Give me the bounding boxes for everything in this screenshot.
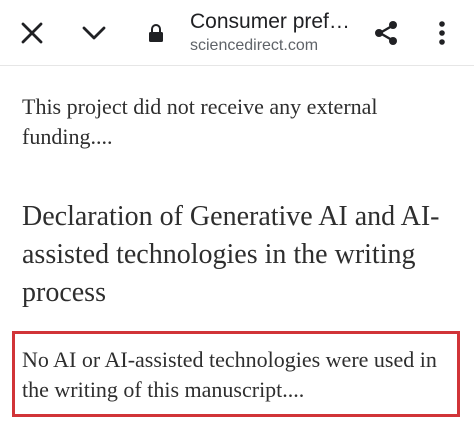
section-heading: Declaration of Generative AI and AI-assi… [22,201,440,308]
share-icon [375,21,397,45]
collapse-button[interactable] [70,0,118,66]
close-icon [21,22,43,44]
close-button[interactable] [8,0,56,66]
page-title: Consumer pref… [190,10,350,33]
more-vert-icon [439,21,445,45]
ai-declaration-text: No AI or AI-assisted technologies were u… [22,347,437,402]
menu-button[interactable] [418,0,466,66]
browser-toolbar: Consumer pref… sciencedirect.com [0,0,474,66]
chevron-down-icon [82,26,106,40]
lock-icon [146,22,166,44]
page-info[interactable]: Consumer pref… sciencedirect.com [190,9,360,56]
share-button[interactable] [362,0,410,66]
funding-statement: This project did not receive any externa… [22,94,378,149]
page-host: sciencedirect.com [190,37,319,54]
article-content: This project did not receive any externa… [22,92,462,312]
